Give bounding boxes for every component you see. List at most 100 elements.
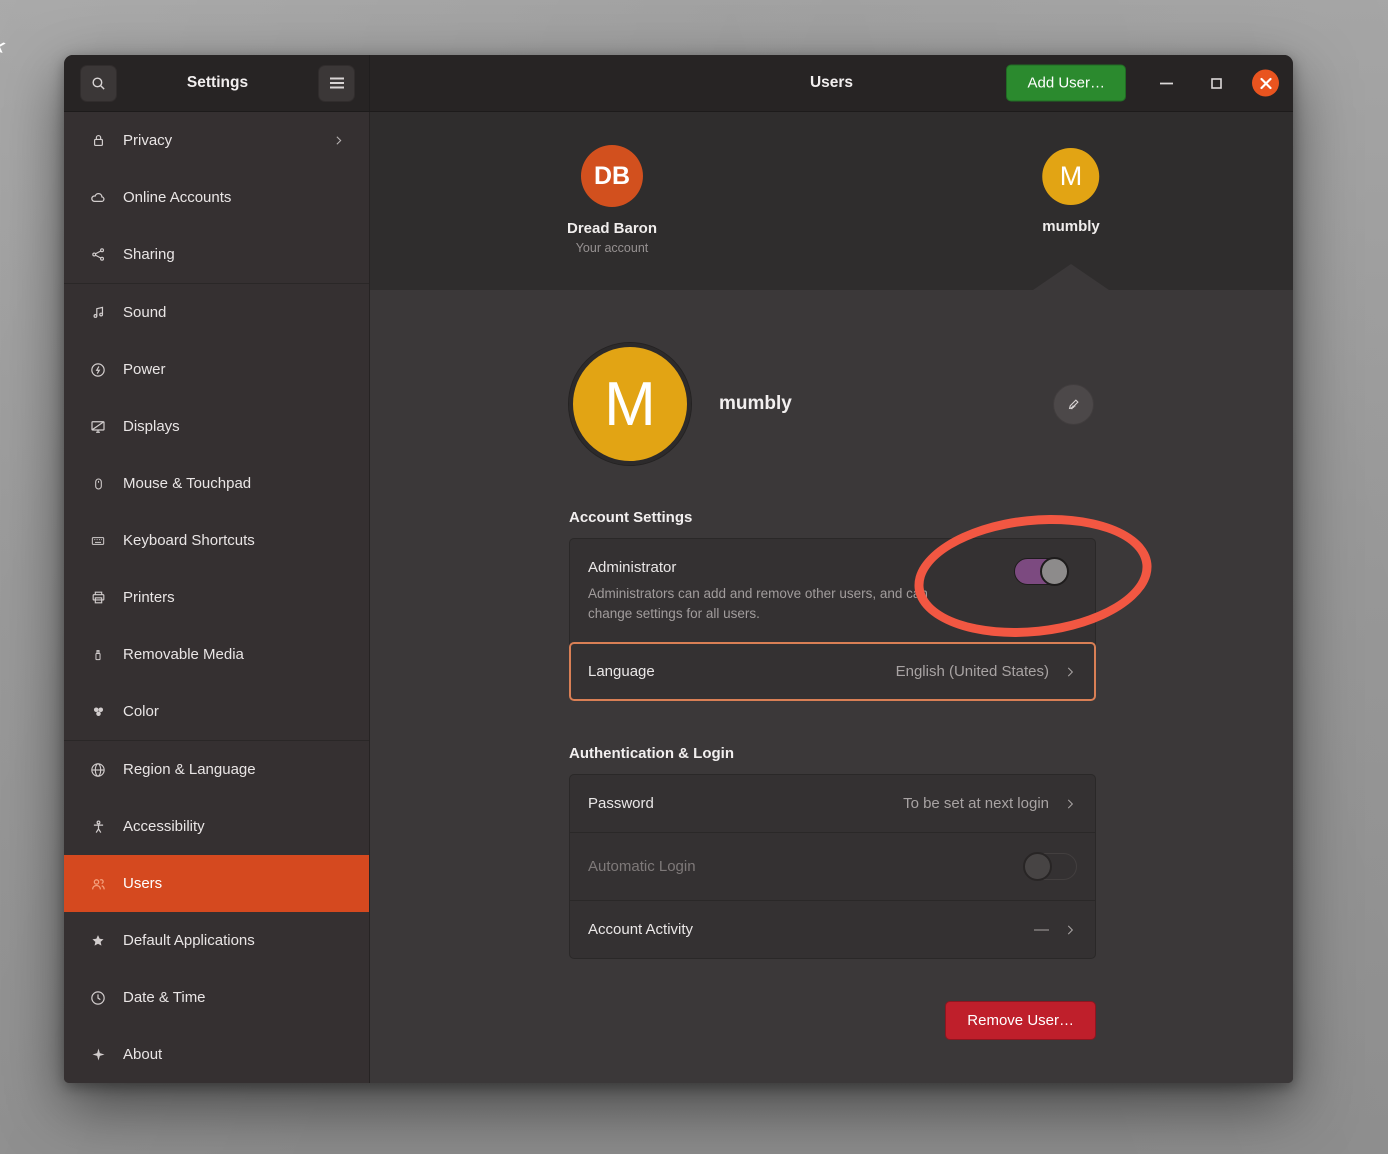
password-label: Password [588, 795, 654, 812]
sidebar-item-label: Date & Time [123, 989, 206, 1006]
password-row[interactable]: Password To be set at next login [570, 775, 1095, 832]
maximize-icon [1211, 78, 1222, 89]
music-note-icon [88, 304, 108, 321]
user-subtitle: Your account [567, 241, 657, 255]
automatic-login-row: Automatic Login [570, 832, 1095, 900]
star-icon [88, 932, 108, 950]
cloud-icon [88, 189, 108, 207]
language-label: Language [588, 663, 655, 680]
user-card-dread-baron[interactable]: DB Dread Baron Your account [567, 145, 657, 255]
minimize-button[interactable] [1152, 69, 1180, 97]
authentication-card: Password To be set at next login Automat… [569, 774, 1096, 959]
administrator-label: Administrator [588, 559, 1077, 576]
main-header: Users Add User… [370, 55, 1293, 111]
toggle-knob [1023, 852, 1052, 881]
sidebar-item-printers[interactable]: Printers [64, 569, 369, 626]
sidebar-item-sharing[interactable]: Sharing [64, 226, 369, 283]
users-panel: DB Dread Baron Your account M mumbly M m… [370, 112, 1293, 1083]
sidebar-item-default-applications[interactable]: Default Applications [64, 912, 369, 969]
mouse-icon [88, 475, 108, 493]
minimize-icon [1160, 82, 1173, 85]
clock-icon [88, 989, 108, 1007]
sidebar-item-removable-media[interactable]: Removable Media [64, 626, 369, 683]
lock-icon [88, 132, 108, 149]
automatic-login-label: Automatic Login [588, 858, 696, 875]
close-icon [1260, 77, 1272, 89]
automatic-login-toggle[interactable] [1024, 853, 1077, 880]
sidebar-item-label: Keyboard Shortcuts [123, 532, 255, 549]
sidebar-item-label: Printers [123, 589, 175, 606]
account-settings-card: Administrator Administrators can add and… [569, 538, 1096, 701]
power-icon [88, 361, 108, 379]
sidebar-item-label: Default Applications [123, 932, 255, 949]
sidebar-item-date-time[interactable]: Date & Time [64, 969, 369, 1026]
globe-icon [88, 761, 108, 779]
sidebar-item-users[interactable]: Users [64, 855, 369, 912]
sidebar-item-label: Removable Media [123, 646, 244, 663]
user-detail-panel: M mumbly Account Settings Administrator … [370, 290, 1293, 1083]
sidebar-item-power[interactable]: Power [64, 341, 369, 398]
account-activity-label: Account Activity [588, 921, 693, 938]
sidebar-item-online-accounts[interactable]: Online Accounts [64, 169, 369, 226]
sidebar-item-privacy[interactable]: Privacy [64, 112, 369, 169]
settings-window: Settings Users Add User… [64, 55, 1293, 1083]
sidebar-item-sound[interactable]: Sound [64, 284, 369, 341]
sidebar-item-color[interactable]: Color [64, 683, 369, 740]
remove-user-button[interactable]: Remove User… [945, 1001, 1096, 1040]
add-user-button[interactable]: Add User… [1006, 65, 1126, 102]
account-activity-row[interactable]: Account Activity — [570, 900, 1095, 958]
search-icon [90, 75, 107, 92]
flash-drive-icon [88, 646, 108, 664]
desktop-artifact: ‹ [0, 29, 10, 61]
sidebar-item-mouse-touchpad[interactable]: Mouse & Touchpad [64, 455, 369, 512]
pencil-icon [1066, 396, 1082, 412]
toggle-knob [1040, 557, 1069, 586]
chevron-right-icon [1063, 665, 1077, 679]
profile-avatar[interactable]: M [569, 343, 691, 465]
sparkle-icon [88, 1046, 108, 1063]
administrator-toggle[interactable] [1014, 558, 1067, 585]
sidebar-item-label: Privacy [123, 132, 172, 149]
sidebar-title: Settings [117, 74, 318, 92]
menu-button[interactable] [318, 65, 355, 102]
sidebar-item-label: Power [123, 361, 166, 378]
avatar: DB [581, 145, 643, 207]
maximize-button[interactable] [1202, 69, 1230, 97]
section-heading-authentication: Authentication & Login [569, 745, 1096, 762]
rename-user-button[interactable] [1053, 384, 1094, 425]
sidebar-item-label: Users [123, 875, 162, 892]
avatar: M [1042, 148, 1099, 205]
sidebar-header: Settings [64, 55, 370, 111]
sidebar-item-label: Sound [123, 304, 166, 321]
administrator-description: Administrators can add and remove other … [588, 584, 928, 623]
sidebar-item-region-language[interactable]: Region & Language [64, 741, 369, 798]
language-row[interactable]: Language English (United States) [569, 642, 1096, 701]
display-icon [88, 418, 108, 436]
user-card-mumbly[interactable]: M mumbly [1042, 145, 1100, 235]
sidebar-item-label: Region & Language [123, 761, 256, 778]
sidebar-item-keyboard-shortcuts[interactable]: Keyboard Shortcuts [64, 512, 369, 569]
user-picker-strip: DB Dread Baron Your account M mumbly [370, 112, 1293, 290]
accessibility-icon [88, 818, 108, 836]
sidebar-item-label: Sharing [123, 246, 175, 263]
search-button[interactable] [80, 65, 117, 102]
close-button[interactable] [1252, 70, 1279, 97]
sidebar-item-label: About [123, 1046, 162, 1063]
sidebar-item-label: Mouse & Touchpad [123, 475, 251, 492]
sidebar-item-displays[interactable]: Displays [64, 398, 369, 455]
user-name: mumbly [1042, 218, 1100, 235]
account-activity-value: — [1034, 921, 1049, 938]
password-value: To be set at next login [903, 795, 1049, 812]
sidebar-item-label: Displays [123, 418, 180, 435]
user-name: Dread Baron [567, 220, 657, 237]
sidebar-item-about[interactable]: About [64, 1026, 369, 1083]
profile-username: mumbly [719, 393, 792, 415]
color-circles-icon [88, 703, 108, 720]
sidebar: Privacy Online Accounts Sharing Sound Po… [64, 112, 370, 1083]
chevron-right-icon [1063, 797, 1077, 811]
sidebar-item-label: Online Accounts [123, 189, 231, 206]
titlebar: Settings Users Add User… [64, 55, 1293, 112]
profile-row: M mumbly [569, 343, 1096, 465]
chevron-right-icon [332, 134, 345, 147]
sidebar-item-accessibility[interactable]: Accessibility [64, 798, 369, 855]
